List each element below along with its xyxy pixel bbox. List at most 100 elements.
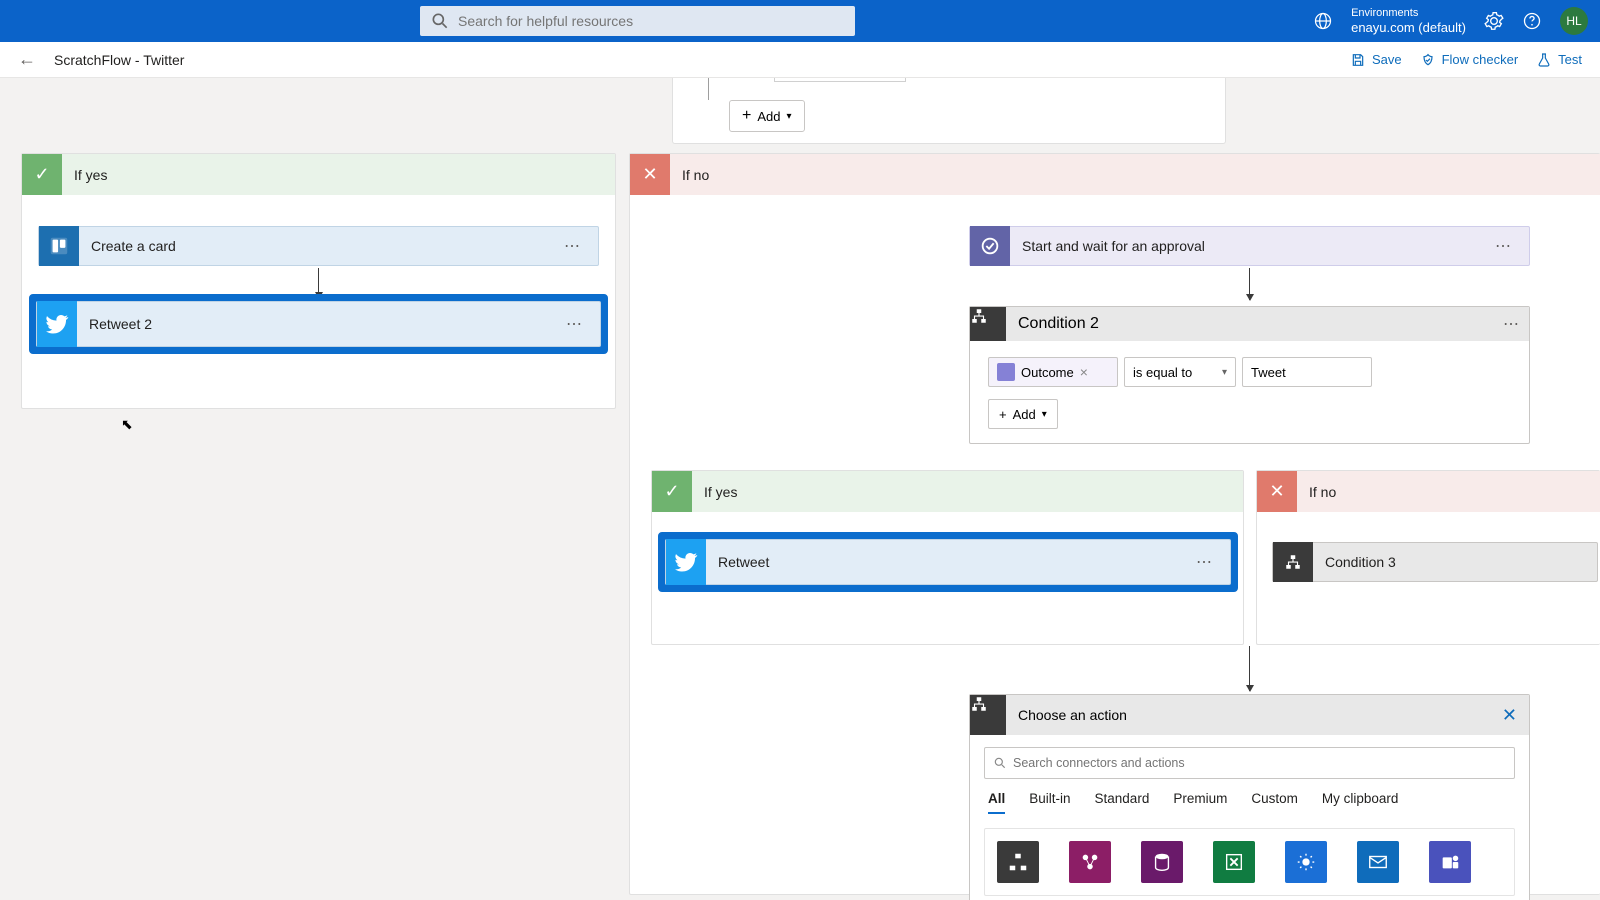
- topbar: Environments enayu.com (default) HL: [0, 0, 1600, 42]
- checker-icon: [1420, 52, 1436, 68]
- condition-2[interactable]: Condition 2 ⋯ Outcome × is equal to ▾ Tw…: [969, 306, 1530, 444]
- condition-operand-token[interactable]: Outcome ×: [988, 357, 1118, 387]
- subheader: ← ScratchFlow - Twitter Save Flow checke…: [0, 42, 1600, 78]
- action-menu[interactable]: ⋯: [1188, 552, 1222, 572]
- help-button[interactable]: [1522, 11, 1542, 31]
- save-icon: [1350, 52, 1366, 68]
- test-icon: [1536, 52, 1552, 68]
- tab-standard[interactable]: Standard: [1095, 791, 1150, 814]
- add-label: Add: [757, 109, 780, 124]
- global-search[interactable]: [420, 6, 855, 36]
- partial-connector: [708, 78, 709, 100]
- back-button[interactable]: ←: [18, 49, 36, 70]
- topbar-right: Environments enayu.com (default) HL: [1313, 7, 1588, 36]
- connector-arrow: [1249, 268, 1250, 300]
- action-retweet-2[interactable]: Retweet 2 ⋯: [36, 301, 601, 347]
- action-menu[interactable]: ⋯: [1487, 236, 1521, 256]
- mouse-cursor: ⬉: [121, 416, 133, 433]
- tab-builtin[interactable]: Built-in: [1029, 791, 1070, 814]
- condition-add-button[interactable]: + Add ▾: [988, 399, 1058, 429]
- connector-sql[interactable]: [1141, 841, 1183, 883]
- partial-outline: [774, 78, 906, 82]
- settings-button[interactable]: [1484, 11, 1504, 31]
- test-button[interactable]: Test: [1536, 52, 1582, 68]
- action-menu[interactable]: ⋯: [1495, 314, 1529, 334]
- branch-header-no[interactable]: ✕ If no: [1257, 471, 1600, 512]
- twitter-icon: [666, 539, 706, 585]
- global-search-input[interactable]: [458, 13, 845, 29]
- connector-weather[interactable]: [1285, 841, 1327, 883]
- search-icon: [430, 11, 450, 31]
- condition-header[interactable]: Condition 2 ⋯: [970, 307, 1529, 341]
- env-label: Environments: [1351, 7, 1466, 20]
- condition-label: Condition 2: [1006, 315, 1099, 333]
- condition-3[interactable]: Condition 3: [1272, 542, 1598, 582]
- save-button[interactable]: Save: [1350, 52, 1402, 68]
- environment-selector[interactable]: Environments enayu.com (default): [1351, 7, 1466, 36]
- connector-arrow: [318, 268, 319, 298]
- condition-icon: [1273, 542, 1313, 582]
- close-button[interactable]: ✕: [1502, 705, 1517, 726]
- token-icon: [997, 363, 1015, 381]
- flow-canvas[interactable]: + Add ▾ ✓ If yes Create a card ⋯ Retweet…: [0, 78, 1600, 900]
- branch-label: If no: [670, 167, 709, 183]
- chevron-down-icon: ▾: [1042, 409, 1047, 420]
- trello-icon: [39, 226, 79, 266]
- condition-icon: [970, 307, 1006, 341]
- connector-mail[interactable]: [1357, 841, 1399, 883]
- connector-control[interactable]: [997, 841, 1039, 883]
- user-avatar[interactable]: HL: [1560, 7, 1588, 35]
- action-search-input[interactable]: [1013, 756, 1506, 770]
- action-create-card[interactable]: Create a card ⋯: [38, 226, 599, 266]
- add-label: Add: [1013, 407, 1036, 422]
- connector-teams[interactable]: [1429, 841, 1471, 883]
- operator-label: is equal to: [1133, 365, 1192, 380]
- action-label: Retweet: [718, 554, 1188, 570]
- plus-icon: +: [999, 407, 1007, 422]
- action-retweet2-wrapper: Retweet 2 ⋯: [31, 296, 606, 352]
- token-remove[interactable]: ×: [1080, 364, 1088, 380]
- branch-header-no[interactable]: ✕ If no: [630, 154, 1600, 195]
- plus-icon: +: [742, 107, 751, 125]
- branch-label: If yes: [62, 167, 107, 183]
- condition-operator[interactable]: is equal to ▾: [1124, 357, 1236, 387]
- branch-header-yes[interactable]: ✓ If yes: [652, 471, 1243, 512]
- add-action-button[interactable]: + Add ▾: [729, 100, 805, 132]
- environment-icon: [1313, 11, 1333, 31]
- flow-title: ScratchFlow - Twitter: [54, 52, 184, 68]
- action-retweet[interactable]: Retweet ⋯: [665, 539, 1231, 585]
- tab-custom[interactable]: Custom: [1251, 791, 1298, 814]
- token-label: Outcome: [1021, 365, 1074, 380]
- tab-premium[interactable]: Premium: [1173, 791, 1227, 814]
- action-menu[interactable]: ⋯: [556, 236, 590, 256]
- condition-value[interactable]: Tweet: [1242, 357, 1372, 387]
- branch-label: If no: [1297, 484, 1336, 500]
- check-icon: ✓: [22, 154, 62, 195]
- gear-icon: [1484, 11, 1504, 31]
- env-name: enayu.com (default): [1351, 20, 1466, 36]
- value-text: Tweet: [1251, 365, 1286, 380]
- choose-title: Choose an action: [1006, 707, 1127, 723]
- action-retweet-wrapper: Retweet ⋯: [660, 534, 1236, 590]
- tab-clipboard[interactable]: My clipboard: [1322, 791, 1399, 814]
- connector-dataverse[interactable]: [1069, 841, 1111, 883]
- chevron-down-icon: ▾: [1222, 367, 1227, 378]
- condition-icon: [970, 695, 1006, 735]
- connector-excel[interactable]: [1213, 841, 1255, 883]
- action-label: Condition 3: [1325, 554, 1589, 570]
- test-label: Test: [1558, 52, 1582, 67]
- tab-all[interactable]: All: [988, 791, 1005, 814]
- choose-tabs: All Built-in Standard Premium Custom My …: [970, 779, 1529, 814]
- connector-arrow: [1249, 646, 1250, 691]
- action-label: Create a card: [91, 238, 556, 254]
- close-icon: ✕: [1257, 471, 1297, 512]
- action-search[interactable]: [984, 747, 1515, 779]
- action-approval[interactable]: Start and wait for an approval ⋯: [969, 226, 1530, 266]
- action-label: Start and wait for an approval: [1022, 238, 1487, 254]
- choose-action-header: Choose an action ✕: [970, 695, 1529, 735]
- action-menu[interactable]: ⋯: [558, 314, 592, 334]
- save-label: Save: [1372, 52, 1402, 67]
- branch-header-yes[interactable]: ✓ If yes: [22, 154, 615, 195]
- twitter-icon: [37, 301, 77, 347]
- flow-checker-button[interactable]: Flow checker: [1420, 52, 1519, 68]
